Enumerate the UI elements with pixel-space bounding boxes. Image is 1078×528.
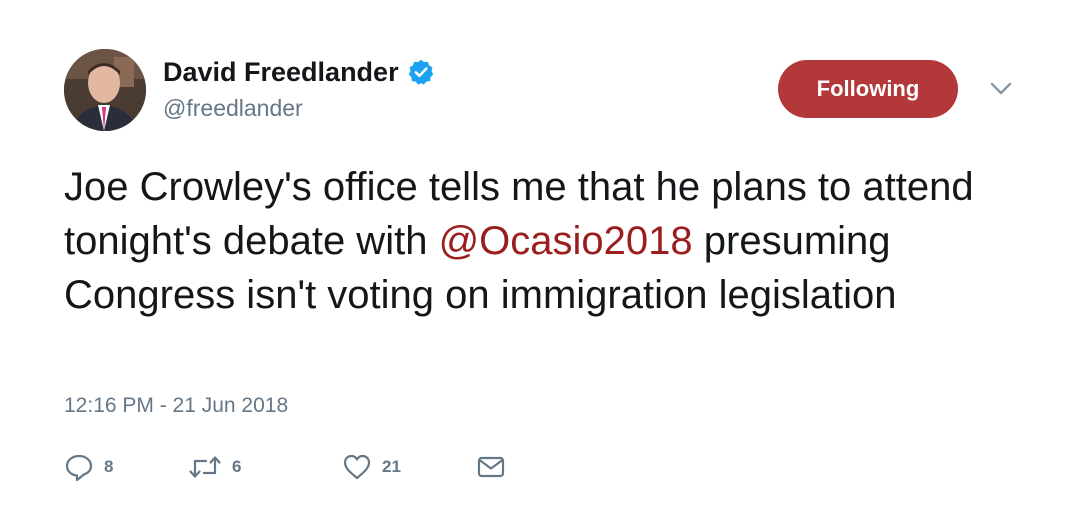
reply-count: 8 (104, 457, 114, 476)
following-button[interactable]: Following (778, 60, 958, 118)
user-handle[interactable]: @freedlander (163, 95, 303, 122)
retweet-count: 6 (232, 457, 242, 476)
like-button[interactable]: 21 (342, 450, 401, 484)
avatar-image (64, 49, 146, 131)
display-name[interactable]: David Freedlander (163, 57, 399, 88)
tweet-card: David Freedlander @freedlander Following… (0, 0, 1078, 528)
name-row: David Freedlander (163, 55, 435, 89)
chevron-down-icon[interactable] (988, 79, 1014, 99)
reply-button[interactable]: 8 (64, 450, 113, 484)
like-count: 21 (382, 457, 401, 476)
heart-icon (342, 452, 372, 482)
verified-badge-icon (407, 58, 435, 86)
envelope-icon (476, 452, 506, 482)
tweet-text: Joe Crowley's office tells me that he pl… (64, 160, 1024, 322)
retweet-button[interactable]: 6 (188, 450, 241, 484)
timestamp[interactable]: 12:16 PM - 21 Jun 2018 (64, 394, 288, 418)
avatar[interactable] (64, 49, 146, 131)
retweet-icon (188, 452, 222, 482)
direct-message-button[interactable] (476, 450, 506, 484)
mention-link[interactable]: @Ocasio2018 (439, 219, 693, 263)
action-bar: 8 6 21 (64, 450, 624, 484)
reply-icon (64, 452, 94, 482)
